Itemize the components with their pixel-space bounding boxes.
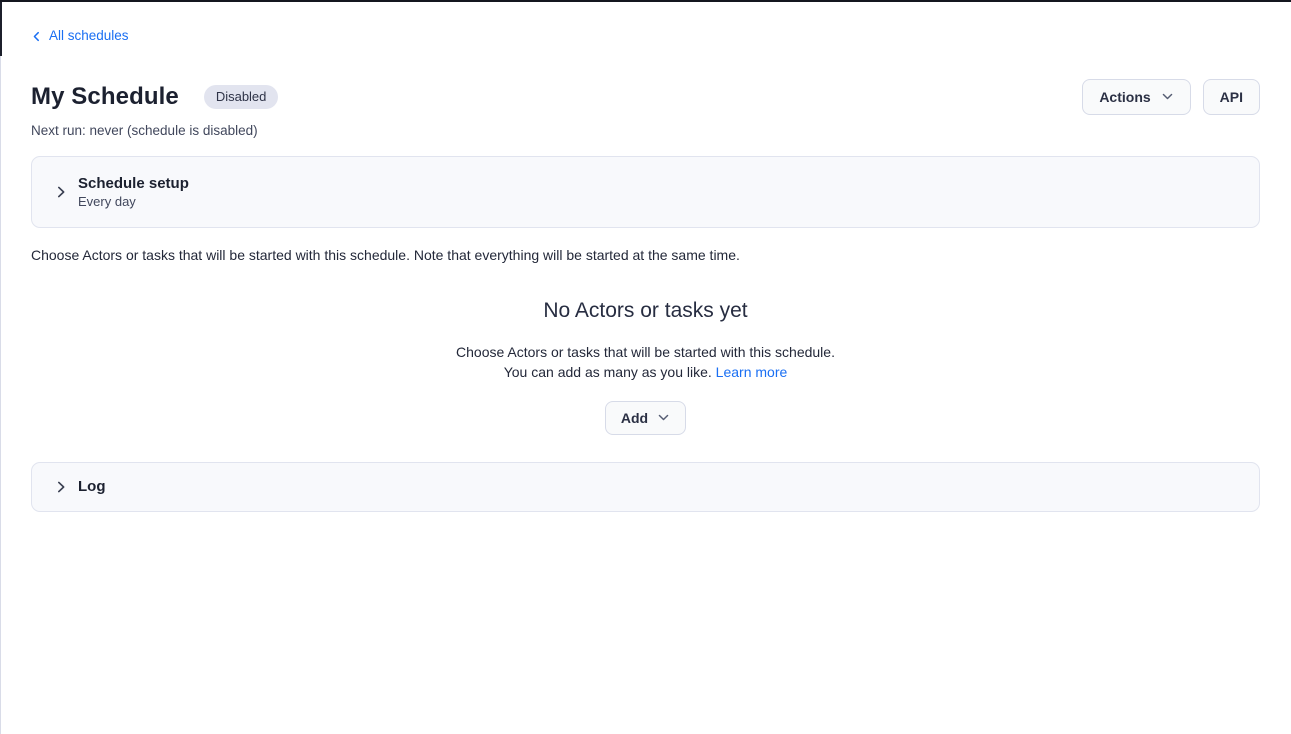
empty-state: No Actors or tasks yet Choose Actors or …: [31, 296, 1260, 435]
chevron-down-icon: [657, 411, 670, 424]
actions-button-label: Actions: [1099, 89, 1150, 105]
back-link-label: All schedules: [49, 28, 129, 44]
schedule-setup-subtitle: Every day: [78, 194, 189, 210]
page-title: My Schedule: [31, 82, 179, 112]
empty-state-line1: Choose Actors or tasks that will be star…: [456, 344, 835, 360]
chevron-left-icon: [31, 31, 42, 42]
page-header: My Schedule Disabled Actions API: [31, 78, 1260, 116]
schedule-setup-panel[interactable]: Schedule setup Every day: [31, 156, 1260, 228]
api-button[interactable]: API: [1203, 79, 1260, 115]
actions-button[interactable]: Actions: [1082, 79, 1190, 115]
next-run-text: Next run: never (schedule is disabled): [31, 123, 1260, 139]
add-button[interactable]: Add: [605, 401, 686, 435]
log-panel-titles: Log: [78, 477, 106, 496]
learn-more-link[interactable]: Learn more: [716, 364, 788, 380]
add-button-label: Add: [621, 410, 648, 426]
schedule-setup-titles: Schedule setup Every day: [78, 174, 189, 210]
add-button-container: Add: [31, 401, 1260, 435]
back-to-all-schedules-link[interactable]: All schedules: [31, 28, 129, 44]
log-panel-title: Log: [78, 477, 106, 496]
schedule-description: Choose Actors or tasks that will be star…: [31, 247, 1260, 264]
schedule-setup-title: Schedule setup: [78, 174, 189, 193]
api-button-label: API: [1220, 89, 1243, 105]
chevron-down-icon: [1161, 90, 1174, 103]
empty-state-description: Choose Actors or tasks that will be star…: [31, 342, 1260, 382]
chevron-right-icon: [54, 480, 68, 494]
title-group: My Schedule Disabled: [31, 82, 278, 112]
header-actions: Actions API: [1082, 79, 1260, 115]
chevron-right-icon: [54, 185, 68, 199]
log-panel[interactable]: Log: [31, 462, 1260, 512]
schedule-detail-page: All schedules My Schedule Disabled Actio…: [0, 2, 1291, 512]
empty-state-title: No Actors or tasks yet: [31, 296, 1260, 326]
empty-state-line2: You can add as many as you like.: [504, 364, 712, 380]
status-badge: Disabled: [204, 85, 279, 109]
